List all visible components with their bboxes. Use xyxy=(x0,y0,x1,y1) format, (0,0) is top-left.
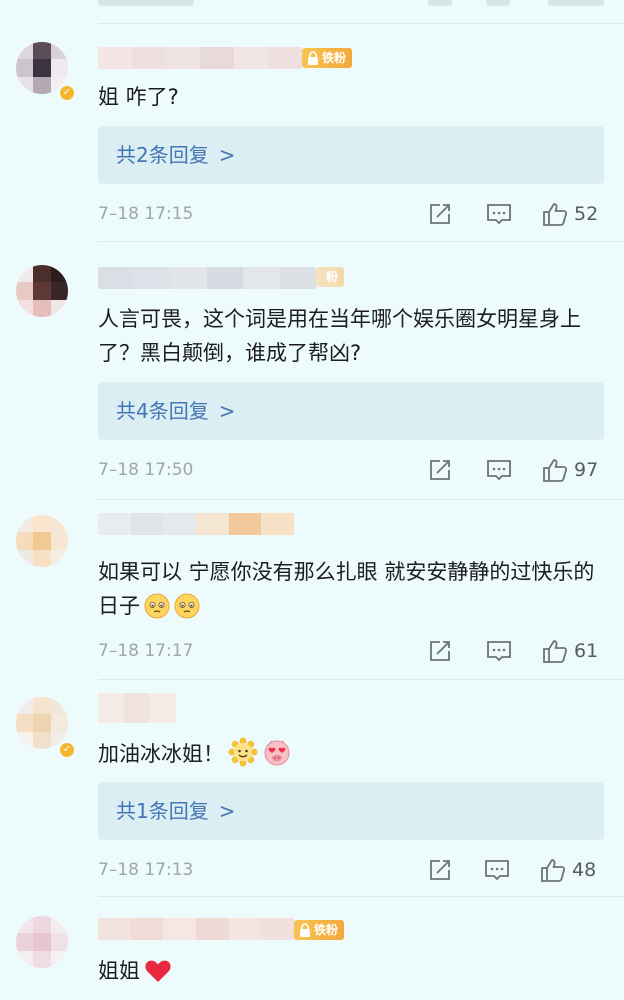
comment-text-body: 如果可以 宁愿你没有那么扎眼 就安安静静的过快乐的日子 xyxy=(98,560,595,618)
avatar[interactable] xyxy=(16,916,68,968)
username-mosaic[interactable] xyxy=(98,693,176,723)
pleading-face-icon xyxy=(144,593,170,619)
verified-badge-icon: ✓ xyxy=(58,84,76,102)
comment-icon xyxy=(485,860,509,881)
share-button[interactable] xyxy=(428,638,452,664)
like-count: 61 xyxy=(574,640,599,662)
comment-text: 姐 咋了? xyxy=(98,85,179,109)
avatar[interactable] xyxy=(16,515,68,567)
fan-badge-label: 铁粉 xyxy=(322,51,347,65)
comment-button[interactable] xyxy=(484,857,510,883)
avatar[interactable] xyxy=(16,265,68,317)
comment-meta: 7–18 17:13 48 xyxy=(98,857,608,883)
heart-eyes-pig-icon xyxy=(264,740,290,766)
username-mosaic[interactable] xyxy=(98,918,294,940)
divider xyxy=(98,679,624,680)
comment-item: ✓ 加油冰冰姐！ 共1条回复 > 7–18 17:13 48 xyxy=(0,679,624,901)
pleading-face-icon xyxy=(174,593,200,619)
lock-icon xyxy=(300,923,310,937)
like-icon xyxy=(543,640,568,663)
sun-flower-face-icon xyxy=(228,737,258,767)
timestamp: 7–18 17:13 xyxy=(98,860,194,880)
divider xyxy=(98,23,624,24)
avatar[interactable] xyxy=(16,697,68,749)
comment-text-body: 姐姐 xyxy=(98,959,140,983)
chevron-right-icon: > xyxy=(218,799,236,823)
lock-icon xyxy=(308,51,318,65)
verified-badge-icon: ✓ xyxy=(58,741,76,759)
divider xyxy=(98,499,624,500)
comment-meta: 7–18 17:50 97 xyxy=(98,457,608,483)
chevron-right-icon: > xyxy=(218,399,236,423)
like-icon xyxy=(543,203,568,226)
red-heart-icon xyxy=(145,960,171,982)
timestamp: 7–18 17:50 xyxy=(98,460,194,480)
comment-icon xyxy=(487,460,511,481)
comment-text: 加油冰冰姐！ xyxy=(98,737,608,771)
like-count: 48 xyxy=(572,859,597,881)
like-count: 52 xyxy=(574,203,599,225)
comment-button[interactable] xyxy=(486,638,512,664)
comment-text: 人言可畏，这个词是用在当年哪个娱乐圈女明星身上了？黑白颠倒，谁成了帮凶? xyxy=(98,307,581,365)
username-mosaic[interactable] xyxy=(98,47,302,69)
comment-button[interactable] xyxy=(486,201,512,227)
share-button[interactable] xyxy=(428,201,452,227)
share-icon xyxy=(430,641,450,661)
like-icon xyxy=(543,459,568,482)
comment-item: 如果可以 宁愿你没有那么扎眼 就安安静静的过快乐的日子 7–18 17:17 6… xyxy=(0,499,624,683)
share-icon xyxy=(430,860,450,880)
divider xyxy=(98,896,624,897)
comment-button[interactable] xyxy=(486,457,512,483)
view-replies-button[interactable]: 共2条回复 > xyxy=(98,126,604,184)
reply-count-label: 共1条回复 xyxy=(116,799,209,823)
share-icon xyxy=(430,460,450,480)
share-button[interactable] xyxy=(428,857,452,883)
username-mosaic[interactable] xyxy=(98,513,294,535)
like-button[interactable]: 97 xyxy=(542,457,598,483)
timestamp: 7–18 17:17 xyxy=(98,641,194,661)
share-button[interactable] xyxy=(428,457,452,483)
fan-badge: 铁粉 xyxy=(294,920,345,940)
reply-count-label: 共4条回复 xyxy=(116,399,209,423)
reply-count-label: 共2条回复 xyxy=(116,143,209,167)
chevron-right-icon: > xyxy=(218,143,236,167)
username-mosaic[interactable] xyxy=(98,267,316,289)
timestamp: 7–18 17:15 xyxy=(98,204,194,224)
comment-meta: 7–18 17:15 52 xyxy=(98,201,608,227)
comment-item: 铁粉 姐姐 xyxy=(0,896,624,1000)
comment-item: ✓ 铁粉 姐 咋了? 共2条回复 > 7–18 17:15 52 xyxy=(0,0,624,246)
fan-badge-label: 铁粉 xyxy=(314,923,339,937)
divider xyxy=(98,241,624,242)
comment-meta: 7–18 17:17 61 xyxy=(98,638,608,664)
comment-text: 如果可以 宁愿你没有那么扎眼 就安安静静的过快乐的日子 xyxy=(98,555,608,623)
fan-badge-label: 粉 xyxy=(326,270,339,284)
like-count: 97 xyxy=(574,459,599,481)
view-replies-button[interactable]: 共1条回复 > xyxy=(98,782,604,840)
fan-badge: 粉 xyxy=(316,267,345,287)
like-button[interactable]: 52 xyxy=(542,201,598,227)
share-icon xyxy=(430,204,450,224)
comment-item: 粉 人言可畏，这个词是用在当年哪个娱乐圈女明星身上了？黑白颠倒，谁成了帮凶? 共… xyxy=(0,241,624,504)
comment-text-body: 加油冰冰姐！ xyxy=(98,742,224,766)
like-button[interactable]: 61 xyxy=(542,638,598,664)
like-button[interactable]: 48 xyxy=(540,857,596,883)
view-replies-button[interactable]: 共4条回复 > xyxy=(98,382,604,440)
comment-text: 姐姐 xyxy=(98,954,608,988)
like-icon xyxy=(541,859,566,882)
comment-icon xyxy=(487,204,511,225)
comment-icon xyxy=(487,641,511,662)
fan-badge: 铁粉 xyxy=(302,48,353,68)
